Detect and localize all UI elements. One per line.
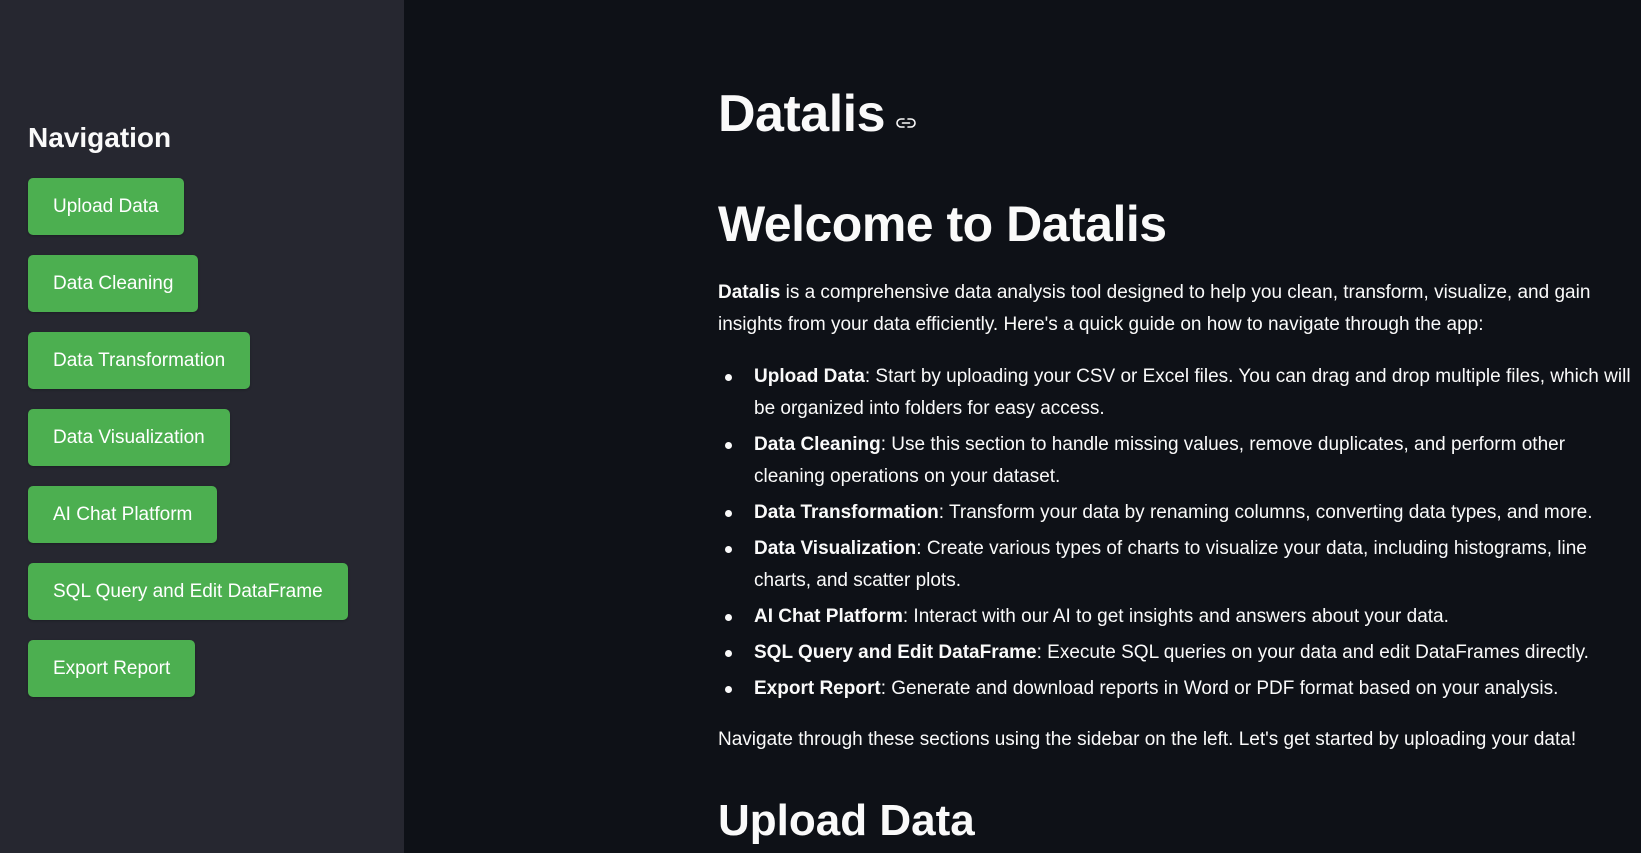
page-title-text: Datalis xyxy=(718,85,886,143)
sidebar-title: Navigation xyxy=(28,122,172,153)
nav-button-ai-chat-platform[interactable]: AI Chat Platform xyxy=(28,486,218,543)
welcome-heading: Welcome to Datalis xyxy=(718,196,1167,252)
nav-button-data-visualization[interactable]: Data Visualization xyxy=(28,409,230,466)
list-item-title: Export Report xyxy=(754,678,881,699)
list-item-title: Data Cleaning xyxy=(754,434,881,455)
list-item: AI Chat Platform: Interact with our AI t… xyxy=(725,601,1634,633)
link-icon[interactable] xyxy=(895,81,917,145)
list-item: Data Cleaning: Use this section to handl… xyxy=(725,429,1634,493)
list-item-title: Data Visualization xyxy=(754,538,917,559)
app-root: Navigation Upload Data Data Cleaning Dat… xyxy=(0,0,1641,853)
page-title: Datalis xyxy=(718,82,917,149)
intro-bold: Datalis xyxy=(718,282,781,303)
list-item-text: : Start by uploading your CSV or Excel f… xyxy=(754,366,1631,419)
list-item-title: SQL Query and Edit DataFrame xyxy=(754,642,1037,663)
intro-text: is a comprehensive data analysis tool de… xyxy=(718,282,1591,335)
list-item-text: : Interact with our AI to get insights a… xyxy=(902,606,1449,627)
nav-button-sql-query[interactable]: SQL Query and Edit DataFrame xyxy=(28,563,348,620)
list-item-title: Data Transformation xyxy=(754,502,939,523)
list-item-text: : Generate and download reports in Word … xyxy=(880,678,1559,699)
upload-data-heading: Upload Data xyxy=(718,796,975,845)
list-item-text: : Execute SQL queries on your data and e… xyxy=(1036,642,1589,663)
list-item: Upload Data: Start by uploading your CSV… xyxy=(725,361,1634,425)
nav-button-data-transformation[interactable]: Data Transformation xyxy=(28,332,251,389)
list-item-title: Upload Data xyxy=(754,366,865,387)
list-item-title: AI Chat Platform xyxy=(754,606,903,627)
guide-list: Upload Data: Start by uploading your CSV… xyxy=(718,361,1634,709)
list-item: Data Transformation: Transform your data… xyxy=(725,497,1634,529)
main-content: Datalis Welcome to Datalis Datalis is a … xyxy=(404,0,1641,853)
list-item: Data Visualization: Create various types… xyxy=(725,533,1634,597)
list-item: Export Report: Generate and download rep… xyxy=(725,673,1634,705)
nav-button-data-cleaning[interactable]: Data Cleaning xyxy=(28,255,199,312)
list-item-text: : Transform your data by renaming column… xyxy=(938,502,1593,523)
sidebar: Navigation Upload Data Data Cleaning Dat… xyxy=(0,0,404,853)
nav-button-export-report[interactable]: Export Report xyxy=(28,640,196,697)
nav-button-upload-data[interactable]: Upload Data xyxy=(28,178,184,235)
outro-paragraph: Navigate through these sections using th… xyxy=(718,729,1577,750)
intro-paragraph: Datalis is a comprehensive data analysis… xyxy=(718,277,1598,341)
list-item: SQL Query and Edit DataFrame: Execute SQ… xyxy=(725,637,1634,669)
sidebar-nav: Upload Data Data Cleaning Data Transform… xyxy=(28,178,348,717)
